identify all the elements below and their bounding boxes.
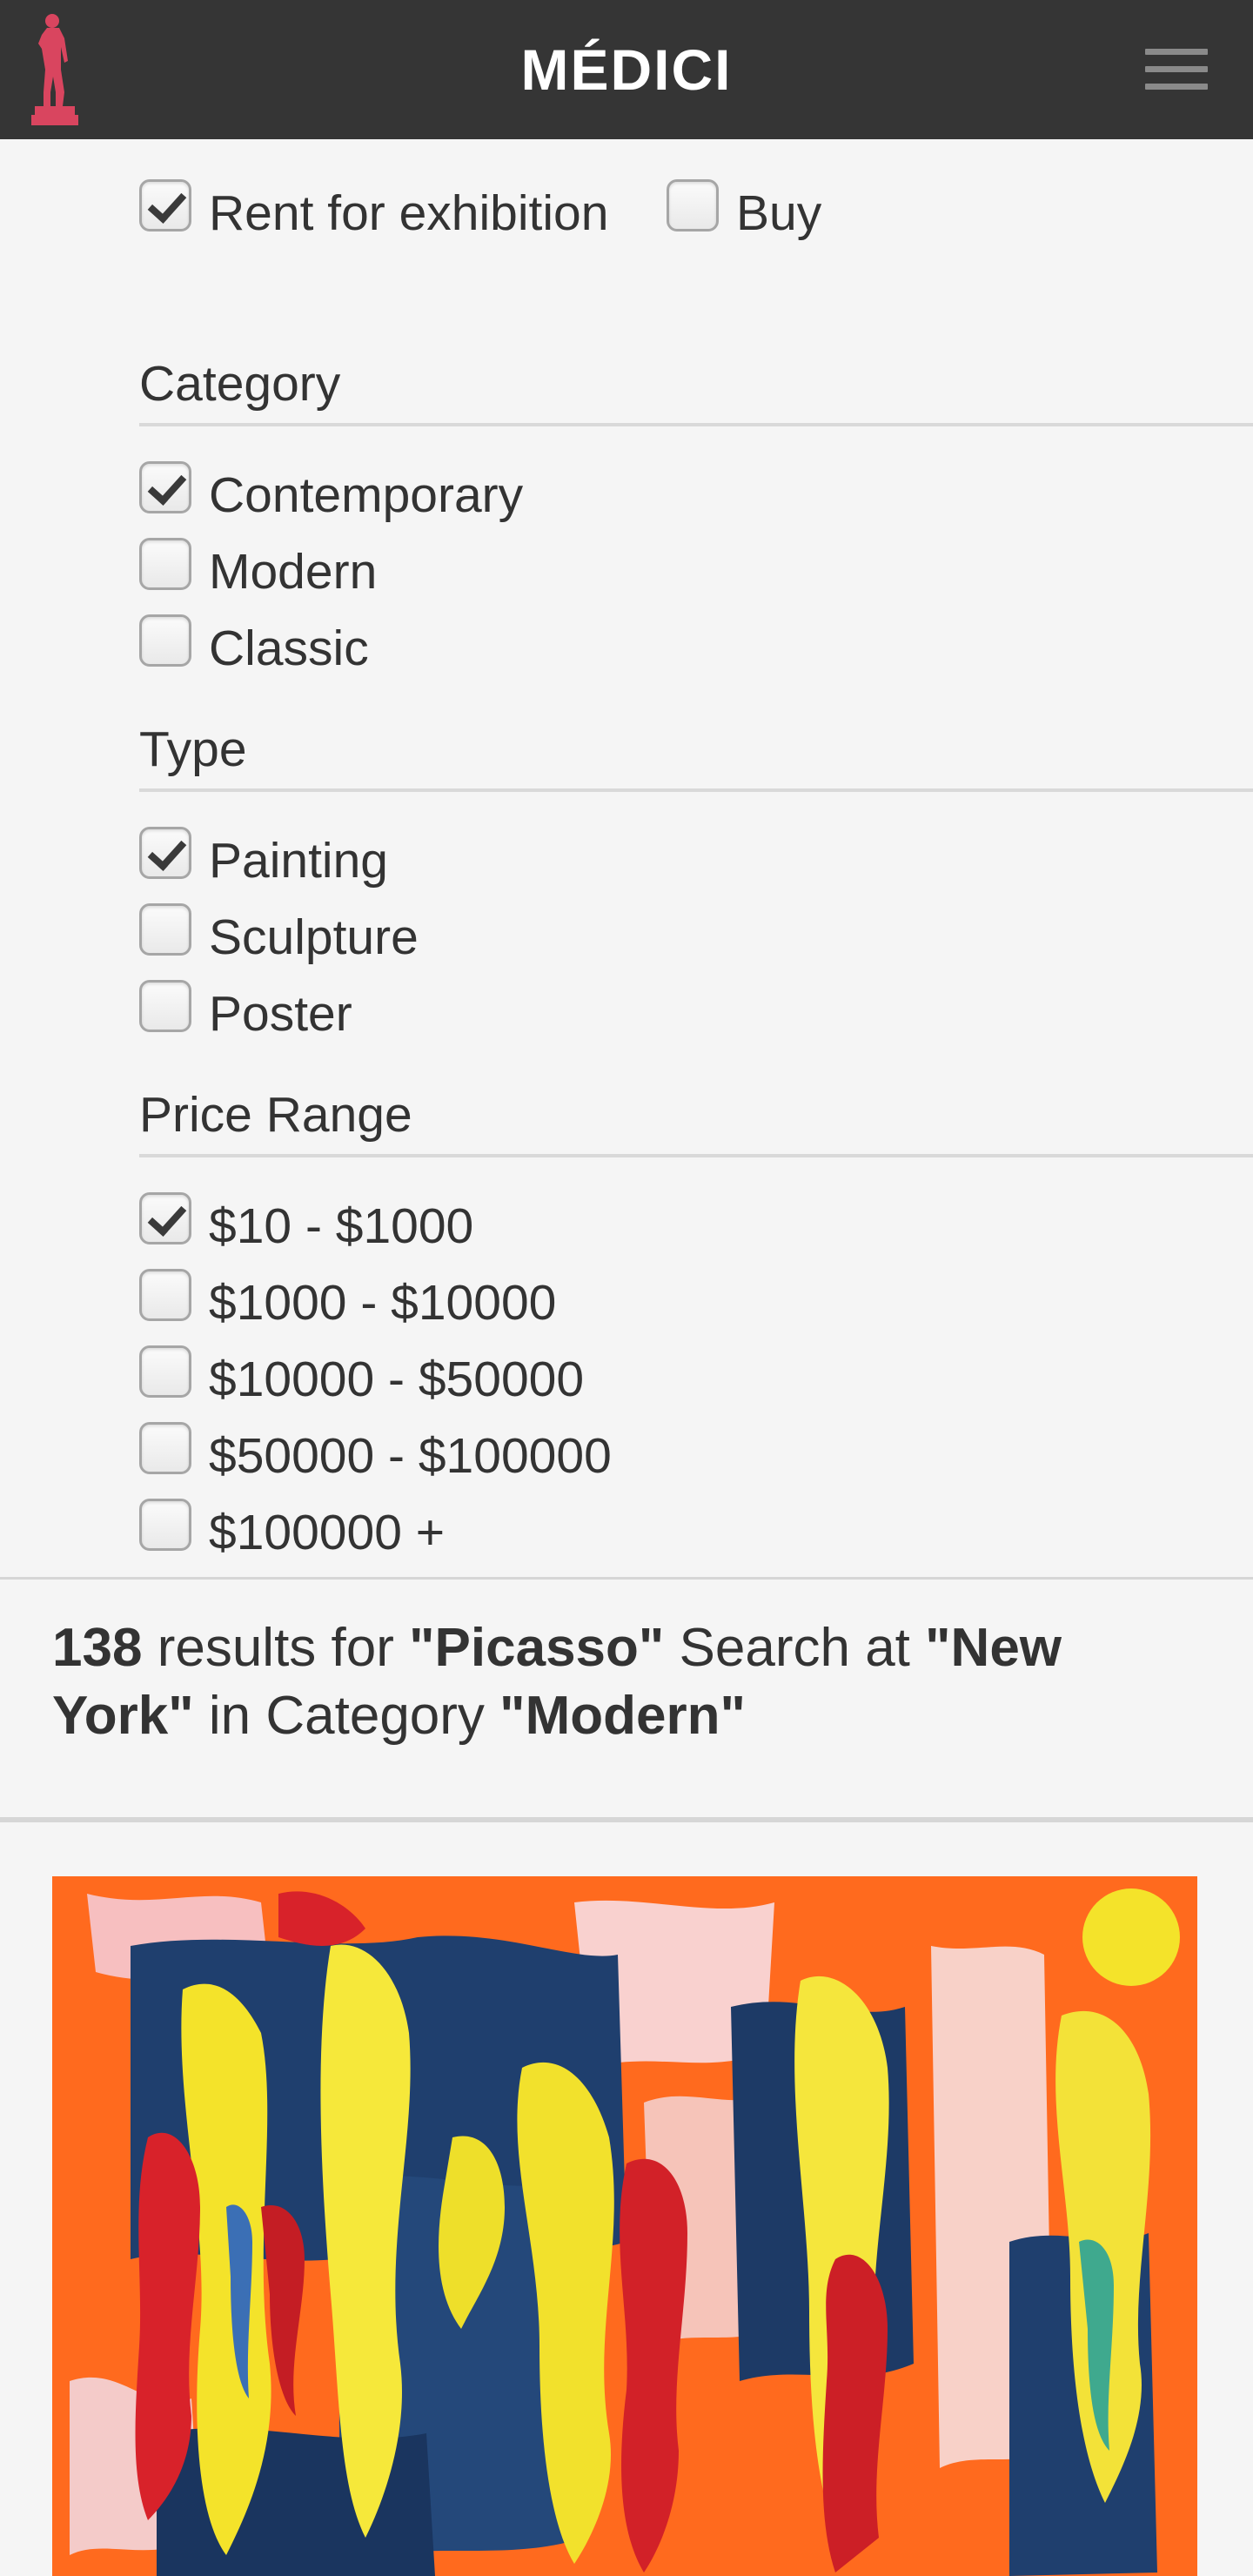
menu-bar-bottom: [1145, 84, 1208, 90]
hamburger-menu-icon[interactable]: [1131, 38, 1225, 101]
checkbox-box[interactable]: [139, 903, 191, 956]
results-in-category-text: in Category: [208, 1686, 485, 1746]
checkbox-box[interactable]: [139, 1345, 191, 1398]
price-option-label: $1000 - $10000: [209, 1275, 557, 1331]
price-option-10-1000[interactable]: $10 - $1000: [139, 1192, 473, 1254]
rent-checkbox-box[interactable]: [139, 179, 191, 231]
category-divider: [139, 423, 1253, 426]
type-option-sculpture[interactable]: Sculpture: [139, 903, 419, 965]
menu-bar-top: [1145, 49, 1208, 55]
checkbox-box[interactable]: [139, 980, 191, 1032]
results-category: "Modern": [499, 1686, 746, 1746]
statue-icon[interactable]: [26, 9, 89, 129]
app-brand-title: MÉDICI: [520, 37, 733, 102]
checkbox-box[interactable]: [139, 1192, 191, 1244]
category-heading: Category: [139, 356, 341, 412]
artwork-image[interactable]: [52, 1876, 1197, 2576]
type-option-label: Sculpture: [209, 909, 419, 965]
category-option-label: Contemporary: [209, 467, 524, 523]
price-range-divider: [139, 1154, 1253, 1157]
type-option-poster[interactable]: Poster: [139, 980, 352, 1042]
price-option-label: $100000 +: [209, 1505, 446, 1560]
checkbox-box[interactable]: [139, 827, 191, 879]
category-option-modern[interactable]: Modern: [139, 538, 378, 600]
checkbox-box[interactable]: [139, 1499, 191, 1551]
type-heading: Type: [139, 721, 247, 777]
price-option-100000-plus[interactable]: $100000 +: [139, 1499, 445, 1560]
price-option-50000-100000[interactable]: $50000 - $100000: [139, 1422, 612, 1484]
checkbox-box[interactable]: [139, 538, 191, 590]
checkbox-box[interactable]: [139, 1269, 191, 1321]
price-option-label: $10000 - $50000: [209, 1352, 585, 1407]
checkbox-box[interactable]: [139, 1422, 191, 1474]
category-option-label: Classic: [209, 621, 369, 676]
buy-checkbox[interactable]: Buy: [667, 179, 821, 241]
type-option-label: Poster: [209, 986, 352, 1042]
category-option-contemporary[interactable]: Contemporary: [139, 461, 523, 523]
filters-bottom-divider: [0, 1577, 1253, 1580]
category-option-classic[interactable]: Classic: [139, 614, 369, 676]
price-option-10000-50000[interactable]: $10000 - $50000: [139, 1345, 584, 1407]
rent-checkbox-label: Rent for exhibition: [209, 185, 609, 241]
price-range-heading: Price Range: [139, 1087, 412, 1143]
results-search-at-text: Search at: [679, 1618, 910, 1678]
results-divider: [0, 1817, 1253, 1822]
price-option-1000-10000[interactable]: $1000 - $10000: [139, 1269, 557, 1331]
type-divider: [139, 788, 1253, 792]
price-option-label: $10 - $1000: [209, 1198, 474, 1254]
results-for-text: results for: [157, 1618, 394, 1678]
checkbox-box[interactable]: [139, 461, 191, 513]
category-option-label: Modern: [209, 544, 378, 600]
abstract-painting-thumbnail: [52, 1876, 1197, 2576]
results-query: "Picasso": [409, 1618, 665, 1678]
buy-checkbox-box[interactable]: [667, 179, 719, 231]
checkbox-box[interactable]: [139, 614, 191, 667]
type-option-painting[interactable]: Painting: [139, 827, 388, 889]
results-count: 138: [52, 1618, 143, 1678]
filter-panel: Rent for exhibition Buy Category Contemp…: [0, 139, 1253, 1577]
price-option-label: $50000 - $100000: [209, 1428, 612, 1484]
menu-bar-middle: [1145, 66, 1208, 72]
app-header: MÉDICI: [0, 0, 1253, 139]
rent-for-exhibition-checkbox[interactable]: Rent for exhibition: [139, 179, 608, 241]
buy-checkbox-label: Buy: [736, 185, 822, 241]
results-summary: 138 results for "Picasso" Search at "New…: [52, 1614, 1201, 1750]
type-option-label: Painting: [209, 833, 388, 889]
